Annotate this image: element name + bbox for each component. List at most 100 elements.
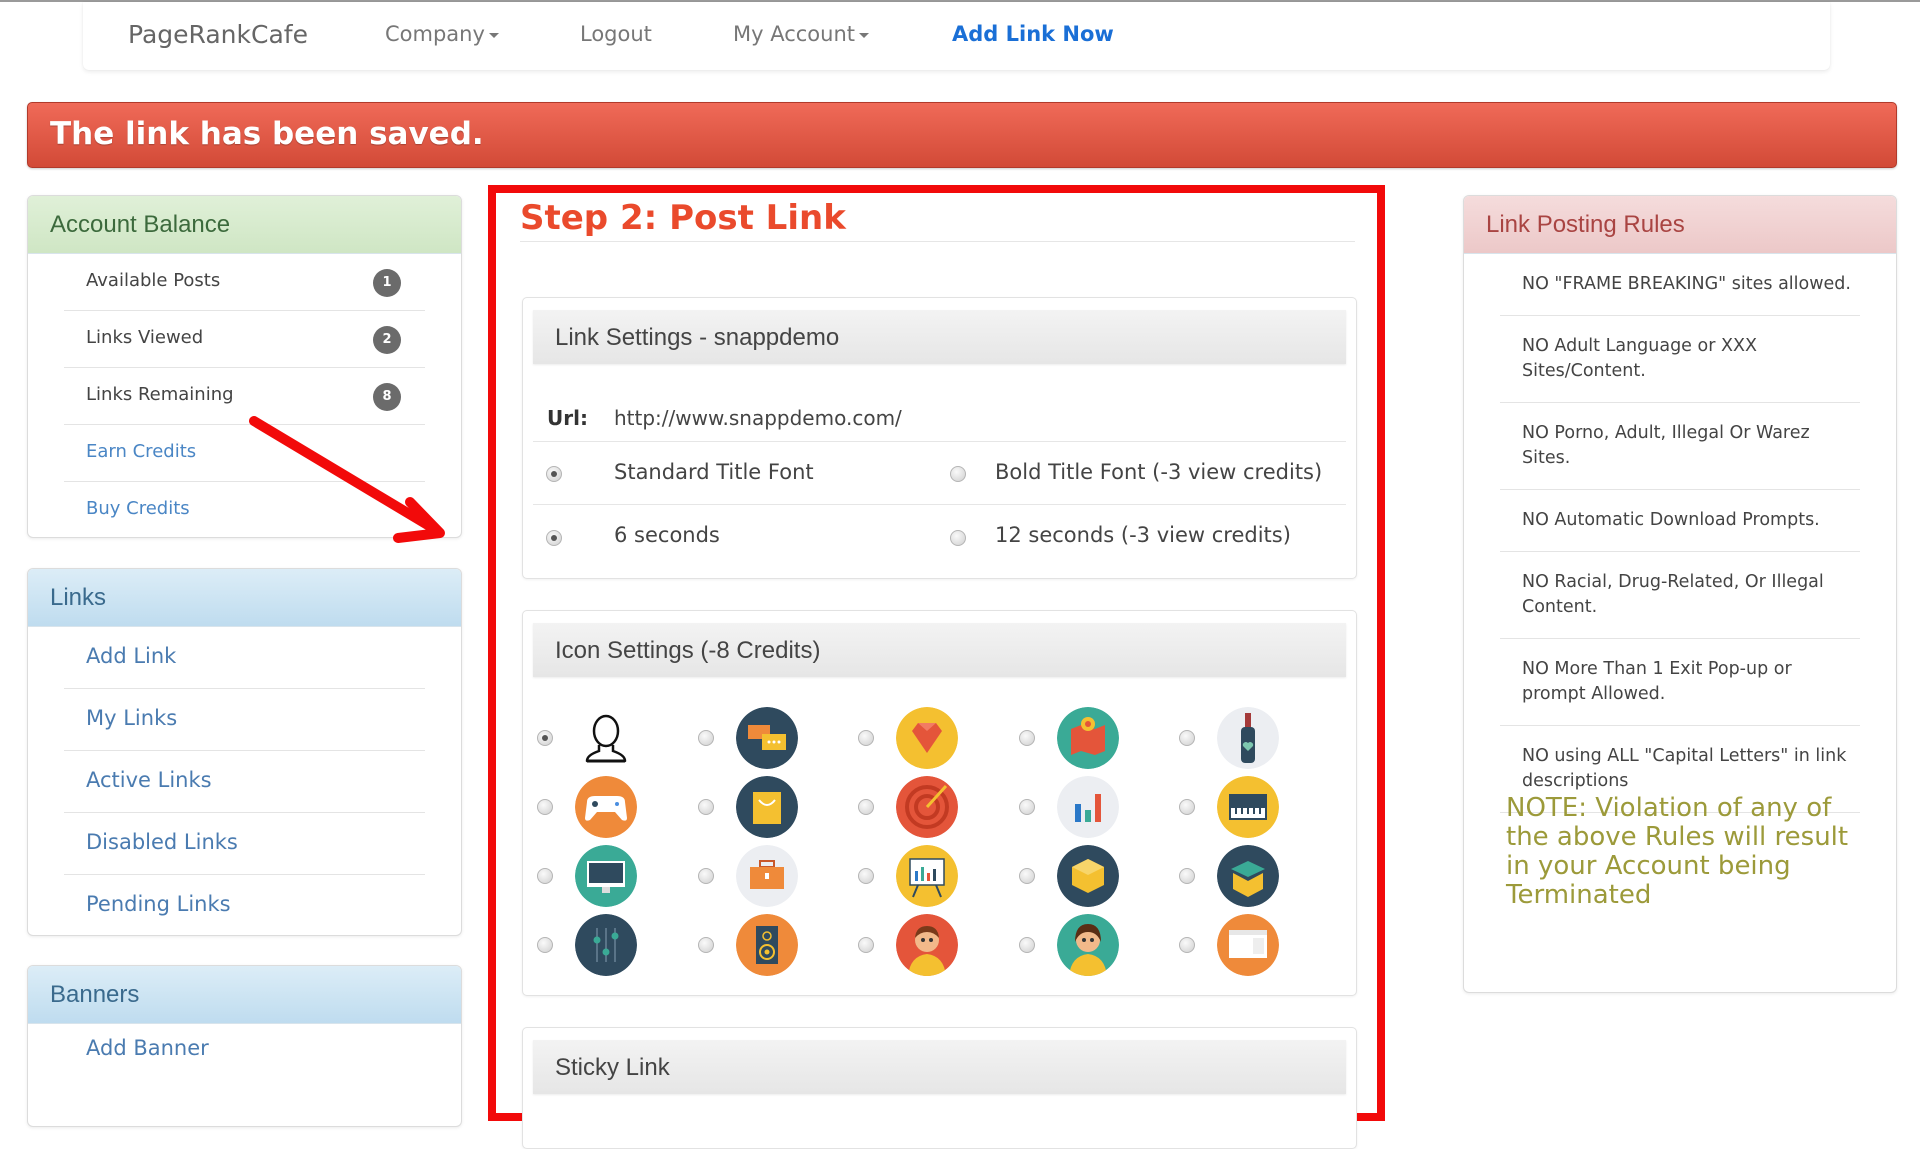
icon-radio[interactable] <box>1179 730 1195 746</box>
sticky-link-header: Sticky Link <box>533 1040 1346 1094</box>
rules-panel: Link Posting Rules NO "FRAME BREAKING" s… <box>1463 195 1897 993</box>
nav-company[interactable]: Company <box>385 22 499 46</box>
link-settings-title: Link Settings - snappdemo <box>555 324 840 351</box>
links-title: Links <box>50 584 107 611</box>
balance-item-available-posts: Available Posts 1 <box>64 254 425 311</box>
icon-radio[interactable] <box>858 799 874 815</box>
radio-bold-font[interactable] <box>950 466 966 482</box>
icon-radio[interactable] <box>697 799 714 815</box>
icon-option[interactable] <box>1056 776 1119 838</box>
icon-option[interactable] <box>896 776 958 838</box>
nav-my-account[interactable]: My Account <box>733 22 870 46</box>
icon-radio[interactable] <box>858 868 874 884</box>
sidebar-item-label[interactable]: Pending Links <box>86 892 231 916</box>
icon-option[interactable] <box>575 845 637 907</box>
nav-company-label: Company <box>385 22 485 46</box>
bold-font-label[interactable]: Bold Title Font (-3 view credits) <box>995 460 1322 484</box>
rule-item: NO Porno, Adult, Illegal Or Warez Sites. <box>1500 403 1860 490</box>
sidebar-item-label[interactable]: My Links <box>86 706 177 730</box>
nav-my-account-label: My Account <box>733 22 856 46</box>
icon-radio[interactable] <box>1179 799 1195 815</box>
icon-option[interactable] <box>735 707 798 769</box>
icon-option[interactable] <box>896 845 958 907</box>
links-panel: Links Add Link My Links Active Links Dis… <box>27 568 462 936</box>
nav-logout[interactable]: Logout <box>580 22 652 46</box>
radio-12-seconds[interactable] <box>950 530 966 546</box>
banners-list: Add Banner <box>64 1024 425 1085</box>
presentation-board-icon <box>896 845 958 907</box>
earn-credits-link[interactable]: Earn Credits <box>64 425 425 482</box>
icon-option[interactable] <box>1217 845 1279 907</box>
sidebar-item-add-link[interactable]: Add Link <box>64 627 425 689</box>
icon-option[interactable] <box>735 914 798 976</box>
links-list: Add Link My Links Active Links Disabled … <box>64 627 425 935</box>
6-seconds-label[interactable]: 6 seconds <box>614 523 720 547</box>
standard-font-label[interactable]: Standard Title Font <box>614 460 814 484</box>
sidebar-item-label[interactable]: Add Link <box>86 644 176 668</box>
synthesizer-icon <box>1217 776 1279 838</box>
open-box-icon <box>1217 845 1279 907</box>
icon-option[interactable] <box>1217 707 1279 769</box>
chat-bubbles-icon <box>735 707 798 769</box>
sidebar-item-active-links[interactable]: Active Links <box>64 751 425 813</box>
count-badge: 8 <box>373 383 401 411</box>
icon-option[interactable] <box>1056 845 1119 907</box>
icon-option[interactable] <box>575 776 637 838</box>
icon-option[interactable] <box>1217 914 1279 976</box>
icon-radio[interactable] <box>1018 937 1035 953</box>
sidebar-item-my-links[interactable]: My Links <box>64 689 425 751</box>
12-seconds-label[interactable]: 12 seconds (-3 view credits) <box>995 523 1291 547</box>
icon-option[interactable] <box>1056 707 1119 769</box>
brand-logo[interactable]: PageRankCafe <box>128 20 308 49</box>
bar-chart-icon <box>1056 776 1119 838</box>
icon-settings-box: Icon Settings (-8 Credits) <box>522 610 1357 996</box>
icon-radio[interactable] <box>537 799 553 815</box>
icon-radio[interactable] <box>1179 937 1195 953</box>
icon-radio[interactable] <box>1018 799 1035 815</box>
icon-option[interactable] <box>735 776 798 838</box>
icon-radio[interactable] <box>537 730 553 746</box>
sidebar-item-label[interactable]: Disabled Links <box>86 830 238 854</box>
icon-radio[interactable] <box>858 937 874 953</box>
map-pin-icon <box>1056 707 1119 769</box>
radio-6-seconds[interactable] <box>546 530 562 546</box>
icon-radio[interactable] <box>697 937 714 953</box>
icon-option[interactable] <box>896 914 958 976</box>
icon-option[interactable] <box>575 707 637 769</box>
icon-option[interactable] <box>1217 776 1279 838</box>
icon-radio[interactable] <box>1179 868 1195 884</box>
sidebar-item-label[interactable]: Active Links <box>86 768 212 792</box>
speaker-icon <box>735 914 798 976</box>
icon-radio[interactable] <box>1018 730 1035 746</box>
monitor-icon <box>575 845 637 907</box>
icon-option[interactable] <box>575 914 637 976</box>
balance-label: Links Remaining <box>86 384 234 405</box>
icon-radio[interactable] <box>858 730 874 746</box>
icon-radio[interactable] <box>1018 868 1035 884</box>
icon-radio[interactable] <box>537 937 553 953</box>
buy-credits-link[interactable]: Buy Credits <box>64 482 425 537</box>
buy-credits-label[interactable]: Buy Credits <box>86 498 190 519</box>
icon-option[interactable] <box>896 707 958 769</box>
caret-down-icon <box>859 32 870 38</box>
icon-option[interactable] <box>735 845 798 907</box>
rule-item: NO Adult Language or XXX Sites/Content. <box>1500 316 1860 403</box>
icon-radio[interactable] <box>697 730 714 746</box>
rule-item: NO Automatic Download Prompts. <box>1500 490 1860 552</box>
sidebar-item-add-banner[interactable]: Add Banner <box>64 1024 425 1085</box>
earn-credits-label[interactable]: Earn Credits <box>86 441 196 462</box>
sidebar-item-label[interactable]: Add Banner <box>86 1036 209 1060</box>
rule-item: NO "FRAME BREAKING" sites allowed. <box>1500 254 1860 316</box>
package-icon <box>1056 845 1119 907</box>
radio-standard-font[interactable] <box>546 466 562 482</box>
icon-radio[interactable] <box>537 868 553 884</box>
title-divider <box>520 241 1355 242</box>
rule-item: NO Racial, Drug-Related, Or Illegal Cont… <box>1500 552 1860 639</box>
add-link-now-button[interactable]: Add Link Now <box>952 22 1114 46</box>
icon-option[interactable] <box>1056 914 1119 976</box>
sidebar-item-pending-links[interactable]: Pending Links <box>64 875 425 935</box>
icon-settings-header: Icon Settings (-8 Credits) <box>533 623 1346 677</box>
icon-radio[interactable] <box>697 868 714 884</box>
sticky-link-box: Sticky Link <box>522 1027 1357 1149</box>
sidebar-item-disabled-links[interactable]: Disabled Links <box>64 813 425 875</box>
